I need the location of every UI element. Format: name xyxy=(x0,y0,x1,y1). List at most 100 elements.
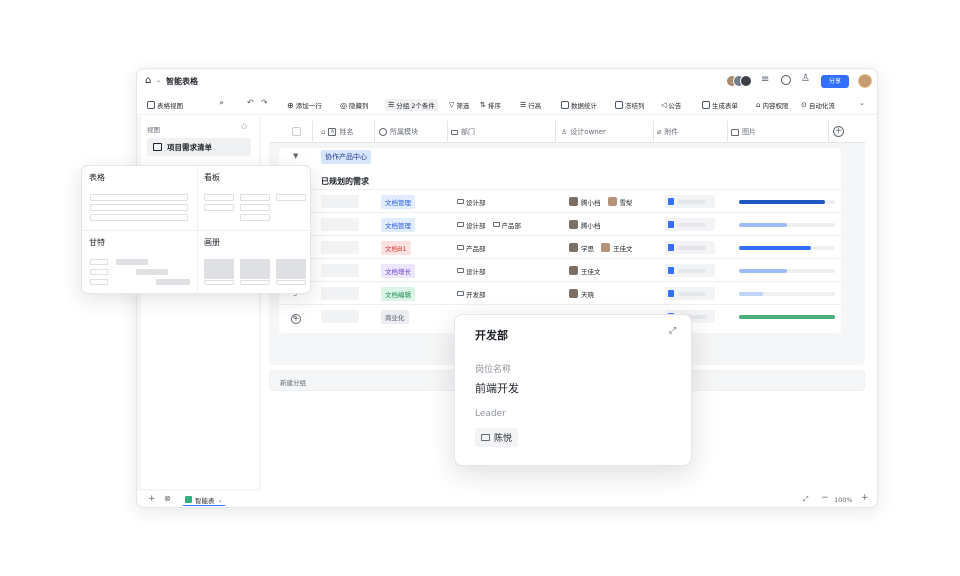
view-option-gallery[interactable]: 画册 xyxy=(198,231,312,295)
form-button[interactable]: 生成表单 xyxy=(702,99,738,111)
view-option-kanban[interactable]: 看板 xyxy=(198,166,312,230)
collaborator-avatars[interactable] xyxy=(726,75,752,87)
announce-button[interactable]: ◁ 公告 xyxy=(661,99,681,111)
add-sheet-icon[interactable]: + xyxy=(148,494,156,504)
module-cell[interactable]: 商业化 xyxy=(381,305,409,328)
person-icon: ♙ xyxy=(561,128,568,136)
owner-cell[interactable]: 天晓 xyxy=(569,282,598,305)
view-selector[interactable]: 表格视图 xyxy=(147,99,183,111)
name-cell[interactable] xyxy=(321,236,359,259)
attachment-cell[interactable] xyxy=(665,259,715,282)
automation-button[interactable]: ⊙ 自动化流 xyxy=(801,99,835,111)
name-cell[interactable] xyxy=(321,190,359,213)
attachment-cell[interactable] xyxy=(665,190,715,213)
pin-icon[interactable]: ✩ xyxy=(241,122,248,131)
zoom-in-icon[interactable]: + xyxy=(861,493,869,503)
file-name-placeholder xyxy=(678,268,706,273)
owner-cell[interactable]: 学思 王佳文 xyxy=(569,236,637,259)
module-cell[interactable]: 文档管理 xyxy=(381,190,415,213)
name-cell[interactable] xyxy=(321,259,359,282)
select-all-checkbox[interactable] xyxy=(292,127,301,136)
freeze-label: 冻结列 xyxy=(625,102,645,110)
table-row[interactable]: 文档管理 设计部 产品部 腾小档 xyxy=(279,212,841,235)
group-button[interactable]: ☰ 分组 2个条件 xyxy=(385,99,438,111)
avatar xyxy=(607,197,617,206)
name-cell[interactable] xyxy=(321,213,359,236)
owner-cell[interactable]: 王佳文 xyxy=(569,259,605,282)
module-cell[interactable]: 文档管理 xyxy=(381,213,415,236)
undo-icon[interactable]: ↶ xyxy=(247,98,254,107)
column-header-dept[interactable]: 部门 xyxy=(451,121,475,143)
table-row[interactable]: 文档B1 产品部 学思 王佳文 xyxy=(279,235,841,258)
dept-cell[interactable]: 开发部 xyxy=(457,282,490,305)
sort-button[interactable]: ⇅ 排序 xyxy=(480,99,501,111)
progress-cell[interactable] xyxy=(739,213,835,236)
fullscreen-icon[interactable]: ⤢ xyxy=(803,495,809,504)
table-row[interactable]: 5文档编辑开发部天晓 xyxy=(279,281,841,304)
menu-icon[interactable]: ≡ xyxy=(761,74,769,85)
progress-cell[interactable] xyxy=(739,305,835,328)
owner-name: 雪梨 xyxy=(619,198,633,207)
progress-cell[interactable] xyxy=(739,282,835,305)
progress-fill xyxy=(739,222,787,227)
column-header-image[interactable]: 图片 xyxy=(731,121,756,143)
collapse-sidebar-icon[interactable]: » xyxy=(219,98,224,107)
leader-chip[interactable]: 陈悦 xyxy=(475,428,519,447)
add-member-icon[interactable]: ♙ xyxy=(801,73,810,84)
add-record-icon[interactable]: + xyxy=(291,314,301,324)
layers-icon[interactable]: ⊗ xyxy=(164,494,171,503)
comment-icon[interactable] xyxy=(781,75,791,85)
module-cell[interactable]: 文档编辑 xyxy=(381,282,415,305)
doc-title[interactable]: 智能表格 xyxy=(166,76,198,87)
dept-cell[interactable]: 设计部 xyxy=(457,190,490,213)
group-label: 分组 xyxy=(396,102,410,110)
module-cell[interactable]: 文档B1 xyxy=(381,236,411,259)
stats-button[interactable]: 数据统计 xyxy=(561,99,597,111)
share-button[interactable]: 分享 xyxy=(821,75,849,88)
table-row[interactable]: 文档增长 设计部 王佳文 xyxy=(279,258,841,281)
expand-icon[interactable]: ⤢ xyxy=(669,326,676,336)
hide-column-button[interactable]: ◎ 隐藏列 xyxy=(340,99,368,111)
row-height-button[interactable]: ☰ 行高 xyxy=(520,99,541,111)
owner-cell[interactable]: 腾小档 雪梨 xyxy=(569,190,637,213)
filter-button[interactable]: ▽ 筛选 xyxy=(449,99,469,111)
sidebar-item-project-list[interactable]: 项目需求清单 xyxy=(147,138,251,156)
dept-chip: 产品部 xyxy=(457,243,486,253)
progress-cell[interactable] xyxy=(739,236,835,259)
chevron-down-icon[interactable]: ⌄ xyxy=(156,77,161,84)
owner-cell[interactable]: 腾小档 xyxy=(569,213,605,236)
progress-cell[interactable] xyxy=(739,190,835,213)
dept-cell[interactable]: 产品部 xyxy=(457,236,490,259)
freeze-button[interactable]: 冻结列 xyxy=(615,99,645,111)
attachment-cell[interactable] xyxy=(665,213,715,236)
more-chevron-icon[interactable]: ⌄ xyxy=(859,99,865,107)
group-link-icon xyxy=(492,222,500,227)
column-header-name[interactable]: ⌂ A 姓名 xyxy=(321,121,353,143)
module-cell[interactable]: 文档增长 xyxy=(381,259,415,282)
column-header-owner[interactable]: ♙ 设计owner xyxy=(561,121,606,143)
user-avatar[interactable] xyxy=(858,74,872,88)
dept-cell[interactable]: 设计部 xyxy=(457,259,490,282)
redo-icon[interactable]: ↷ xyxy=(261,98,268,107)
name-cell[interactable] xyxy=(321,282,359,305)
zoom-out-icon[interactable]: − xyxy=(821,493,829,503)
dept-cell[interactable]: 设计部 产品部 xyxy=(457,213,525,236)
group-link-icon xyxy=(457,291,464,296)
view-option-gantt[interactable]: 甘特 xyxy=(82,231,197,295)
permission-button[interactable]: ⌂ 内容权限 xyxy=(756,99,788,111)
column-header-attachment[interactable]: ⌀ 附件 xyxy=(657,121,678,143)
add-row-button[interactable]: ⊕ 添加一行 xyxy=(287,99,322,111)
progress-cell[interactable] xyxy=(739,259,835,282)
view-option-table[interactable]: 表格 xyxy=(82,166,197,230)
home-icon[interactable]: ⌂ xyxy=(145,75,151,86)
collapse-group-icon[interactable]: ▼ xyxy=(293,152,298,160)
attachment-cell[interactable] xyxy=(665,236,715,259)
sort-icon: ⇅ xyxy=(480,101,486,109)
sheet-tab[interactable]: 智能表 ⌄ xyxy=(183,494,225,506)
sheet-tab-label: 智能表 xyxy=(195,496,215,505)
attachment-cell[interactable] xyxy=(665,282,715,305)
add-column-icon[interactable]: + xyxy=(833,126,844,137)
column-header-module[interactable]: 所属模块 xyxy=(379,121,418,143)
table-row[interactable]: 文档管理 设计部 腾小档 雪梨 xyxy=(279,189,841,212)
name-cell[interactable] xyxy=(321,305,359,328)
